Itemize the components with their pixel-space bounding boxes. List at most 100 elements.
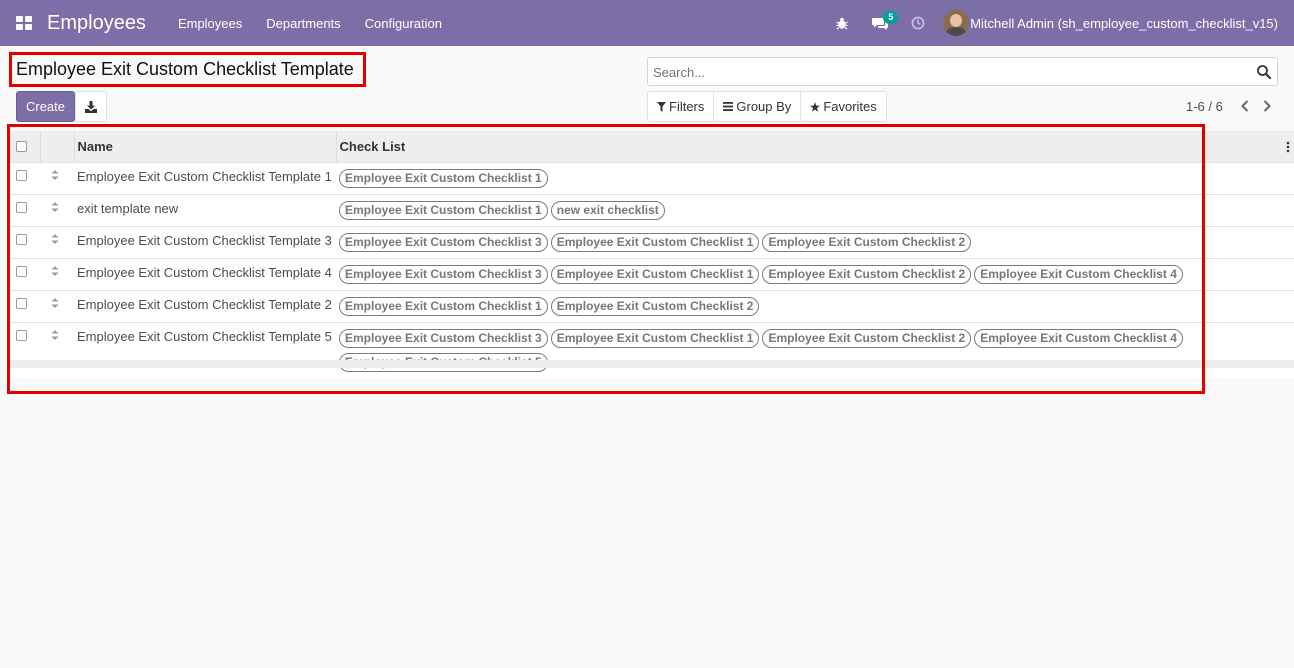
favorites-button[interactable]: Favorites — [801, 92, 885, 121]
table-row[interactable]: Employee Exit Custom Checklist Template … — [8, 162, 1294, 194]
create-button[interactable]: Create — [16, 91, 75, 122]
row-name-cell[interactable]: Employee Exit Custom Checklist Template … — [74, 162, 336, 194]
messages-count-badge: 5 — [883, 11, 899, 24]
row-name-cell[interactable]: Employee Exit Custom Checklist Template … — [74, 226, 336, 258]
table-row[interactable]: Employee Exit Custom Checklist Template … — [8, 290, 1294, 322]
drag-handle-icon[interactable] — [51, 329, 59, 341]
menu-employees[interactable]: Employees — [166, 0, 254, 46]
filter-icon — [657, 101, 666, 112]
grid-icon — [16, 16, 32, 30]
checklist-tags: Employee Exit Custom Checklist 1 — [339, 168, 1199, 188]
row-select-cell — [8, 226, 40, 258]
activity-button[interactable] — [899, 0, 937, 46]
pager-next-button[interactable] — [1259, 97, 1275, 115]
checklist-tag: Employee Exit Custom Checklist 1 — [550, 328, 760, 348]
checklist-tag: Employee Exit Custom Checklist 3 — [339, 328, 548, 348]
groupby-button[interactable]: Group By — [714, 92, 802, 121]
optional-columns-icon[interactable] — [1286, 141, 1290, 153]
row-name: Employee Exit Custom Checklist Template … — [77, 264, 332, 280]
checklist-tags: Employee Exit Custom Checklist 1 new exit… — [339, 200, 1199, 220]
select-all-cell — [8, 131, 40, 162]
drag-handle-icon[interactable] — [51, 201, 59, 213]
row-checkbox[interactable] — [16, 265, 27, 277]
table-row[interactable]: Employee Exit Custom Checklist Template … — [8, 258, 1294, 290]
user-menu[interactable]: Mitchell Admin (sh_employee_custom_check… — [937, 0, 1294, 46]
table-header: Name Check List — [8, 131, 1294, 162]
checklist-tag: Employee Exit Custom Checklist 2 — [762, 264, 972, 284]
column-header-checklist[interactable]: Check List — [335, 131, 1294, 162]
row-checklist-cell[interactable]: Employee Exit Custom Checklist 1 — [336, 162, 1294, 194]
row-handle-cell — [40, 162, 74, 194]
bug-icon — [836, 17, 848, 29]
row-select-cell — [8, 322, 40, 378]
filters-label: Filters — [669, 99, 705, 114]
row-name: exit template new — [77, 200, 179, 216]
row-checklist-cell[interactable]: Employee Exit Custom Checklist 1 new exit… — [336, 194, 1294, 226]
app-title[interactable]: Employees — [47, 12, 146, 35]
checklist-tag: Employee Exit Custom Checklist 3 — [339, 232, 548, 252]
menu-departments[interactable]: Departments — [254, 0, 352, 46]
avatar — [943, 10, 970, 36]
records-table: Name Check List Employee Exit Custom Che… — [8, 131, 1294, 378]
search-box — [647, 57, 1278, 86]
row-checkbox[interactable] — [16, 233, 27, 245]
checklist-tag: Employee Exit Custom Checklist 1 — [339, 296, 548, 316]
debug-button[interactable] — [823, 0, 861, 46]
table-row[interactable]: Employee Exit Custom Checklist Template … — [8, 226, 1294, 258]
row-name: Employee Exit Custom Checklist Template … — [77, 168, 332, 184]
row-handle-cell — [40, 194, 74, 226]
menu-configuration[interactable]: Configuration — [353, 0, 454, 46]
checklist-tag: Employee Exit Custom Checklist 2 — [762, 232, 972, 252]
row-name: Employee Exit Custom Checklist Template … — [77, 296, 332, 312]
row-checklist-cell[interactable]: Employee Exit Custom Checklist 3 Employee… — [336, 226, 1294, 258]
row-checklist-cell[interactable]: Employee Exit Custom Checklist 1 Employee… — [336, 290, 1294, 322]
checklist-tag: Employee Exit Custom Checklist 2 — [550, 296, 760, 316]
column-header-name[interactable]: Name — [73, 131, 336, 162]
pager-value[interactable]: 1-6 / 6 — [1186, 99, 1223, 114]
row-checkbox[interactable] — [16, 201, 27, 213]
title-highlight-box — [9, 52, 366, 87]
row-name: Employee Exit Custom Checklist Template … — [77, 328, 332, 344]
list-icon — [723, 102, 734, 111]
apps-menu-button[interactable] — [0, 0, 48, 46]
checklist-tag: Employee Exit Custom Checklist 1 — [550, 264, 760, 284]
messages-button[interactable]: 5 — [861, 0, 899, 46]
checklist-tags: Employee Exit Custom Checklist 3 Employee… — [339, 232, 1199, 252]
drag-handle-icon[interactable] — [51, 265, 59, 277]
checklist-tags: Employee Exit Custom Checklist 1 Employee… — [339, 296, 1199, 316]
select-all-checkbox[interactable] — [16, 140, 27, 152]
drag-handle-icon[interactable] — [51, 297, 59, 309]
row-name-cell[interactable]: exit template new — [74, 194, 336, 226]
checklist-tag: Employee Exit Custom Checklist 1 — [339, 200, 548, 220]
row-checklist-cell[interactable]: Employee Exit Custom Checklist 3 Employee… — [336, 258, 1294, 290]
row-checklist-cell[interactable]: Employee Exit Custom Checklist 3 Employee… — [336, 322, 1294, 378]
table-row[interactable]: Employee Exit Custom Checklist Template … — [8, 322, 1294, 378]
row-handle-cell — [40, 258, 74, 290]
row-name-cell[interactable]: Employee Exit Custom Checklist Template … — [74, 258, 336, 290]
star-icon — [810, 101, 821, 112]
search-icon[interactable] — [1256, 64, 1272, 80]
checklist-tags: Employee Exit Custom Checklist 3 Employee… — [339, 264, 1199, 284]
drag-handle-icon[interactable] — [51, 233, 59, 245]
export-button[interactable] — [75, 91, 107, 122]
row-checkbox[interactable] — [16, 329, 27, 341]
row-checkbox[interactable] — [16, 169, 27, 181]
groupby-label: Group By — [736, 99, 792, 114]
checklist-tag: Employee Exit Custom Checklist 4 — [974, 328, 1183, 348]
checklist-tag: Employee Exit Custom Checklist 4 — [974, 264, 1183, 284]
filters-button[interactable]: Filters — [648, 92, 715, 121]
table-body: Employee Exit Custom Checklist Template … — [8, 162, 1294, 378]
row-checkbox[interactable] — [16, 297, 27, 309]
clock-icon — [911, 16, 925, 30]
chevron-left-icon — [1241, 100, 1249, 112]
pager-previous-button[interactable] — [1237, 97, 1253, 115]
search-options: Filters Group By Favorites — [647, 91, 887, 122]
table-row[interactable]: exit template new Employee Exit Custom Ch… — [8, 194, 1294, 226]
row-name-cell[interactable]: Employee Exit Custom Checklist Template … — [74, 290, 336, 322]
search-input[interactable] — [653, 63, 1243, 81]
row-name-cell[interactable]: Employee Exit Custom Checklist Template … — [74, 322, 336, 378]
handle-column-header — [39, 131, 74, 162]
checklist-tag: new exit checklist — [550, 200, 665, 220]
list-view: Name Check List Employee Exit Custom Che… — [8, 131, 1294, 378]
drag-handle-icon[interactable] — [51, 169, 59, 181]
